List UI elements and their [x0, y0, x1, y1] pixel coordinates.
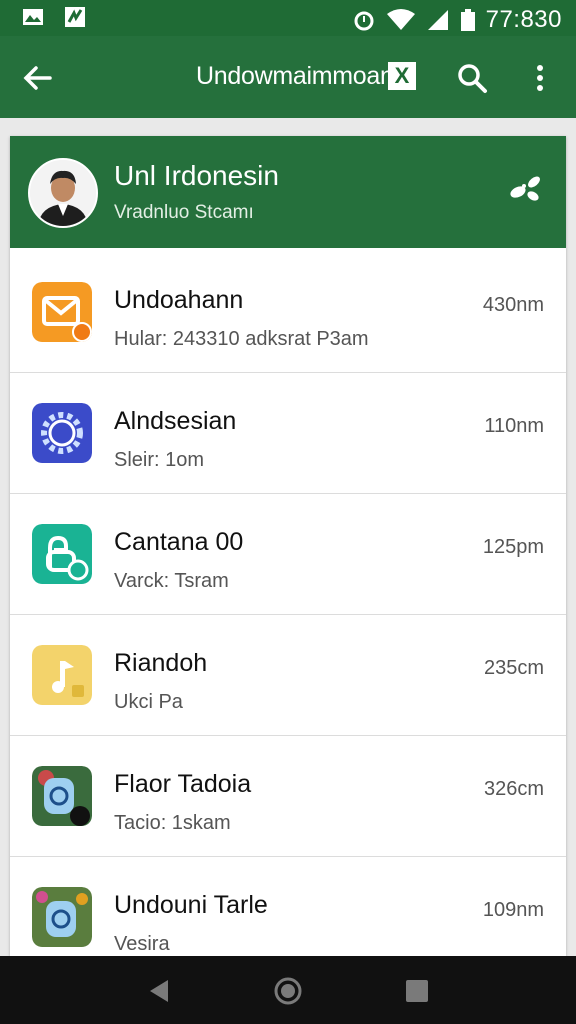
- avatar[interactable]: [28, 158, 98, 228]
- battery-icon: [460, 9, 475, 31]
- item-time: 109nm: [482, 899, 544, 921]
- list-item[interactable]: Undouni Tarle Vesira 109nm: [10, 857, 566, 956]
- wifi-icon: [386, 9, 415, 30]
- item-title: Flaor Tadoia: [114, 770, 252, 798]
- image-notification-icon: [23, 9, 43, 25]
- recents-nav-icon[interactable]: [400, 974, 434, 1008]
- item-time: 125pm: [482, 536, 544, 558]
- navigation-bar: [0, 956, 576, 1024]
- search-icon[interactable]: [456, 62, 488, 94]
- photo-app-icon: [32, 766, 92, 826]
- gallery-notification-icon: [65, 7, 85, 27]
- item-title: Riandoh: [114, 649, 208, 677]
- item-title: Undouni Tarle: [114, 891, 268, 919]
- conversation-card: Unl Irdonesin Vradnluo Stcamı Undoahann …: [10, 136, 566, 956]
- home-nav-icon[interactable]: [271, 974, 305, 1008]
- signal-icon: [427, 10, 448, 30]
- app-title: Undowmaimmoan: [196, 62, 394, 90]
- item-subtitle: Varck: Tsram: [114, 570, 229, 592]
- item-subtitle: Ukci Pa: [114, 691, 183, 713]
- item-subtitle: Hular: 243310 adksrat P3am: [114, 328, 369, 350]
- list-item[interactable]: Riandoh Ukci Pa 235cm: [10, 615, 566, 736]
- list-item[interactable]: Alndsesian Sleir: 1om 110nm: [10, 373, 566, 494]
- music-icon: [32, 645, 92, 705]
- item-subtitle: Vesira: [114, 933, 170, 955]
- alarm-icon: [354, 11, 374, 31]
- photo-app-icon: [32, 887, 92, 947]
- list-item[interactable]: Cantana 00 Varck: Tsram 125pm: [10, 494, 566, 615]
- item-time: 110nm: [484, 415, 544, 437]
- item-title: Cantana 00: [114, 528, 244, 556]
- item-subtitle: Tacio: 1skam: [114, 812, 231, 834]
- list-item[interactable]: Undoahann Hular: 243310 adksrat P3am 430…: [10, 252, 566, 373]
- item-time: 235cm: [483, 657, 544, 679]
- gear-icon: [32, 403, 92, 463]
- back-arrow-icon[interactable]: [20, 60, 56, 96]
- back-nav-icon[interactable]: [142, 974, 176, 1008]
- item-title: Undoahann: [114, 286, 244, 314]
- item-time: 326cm: [483, 778, 544, 800]
- item-title: Alndsesian: [114, 407, 237, 435]
- more-options-icon[interactable]: [530, 62, 550, 94]
- profile-subtitle: Vradnluo Stcamı: [114, 202, 254, 223]
- person-photo-icon: [30, 160, 96, 226]
- list-item[interactable]: Flaor Tadoia Tacio: 1skam 326cm: [10, 736, 566, 857]
- app-bar: Undowmaimmoan X: [0, 36, 576, 118]
- item-time: 430nm: [482, 294, 544, 316]
- leaf-icon[interactable]: [506, 168, 546, 208]
- profile-name: Unl Irdonesin: [114, 160, 279, 191]
- chat-icon: [32, 524, 92, 584]
- item-subtitle: Sleir: 1om: [114, 449, 205, 471]
- profile-header[interactable]: Unl Irdonesin Vradnluo Stcamı: [10, 136, 566, 248]
- status-bar: 77:830: [0, 0, 576, 36]
- envelope-icon: [32, 282, 92, 342]
- item-list: Undoahann Hular: 243310 adksrat P3am 430…: [10, 252, 566, 956]
- app-badge: X: [388, 62, 416, 90]
- status-time: 77:830: [485, 6, 562, 33]
